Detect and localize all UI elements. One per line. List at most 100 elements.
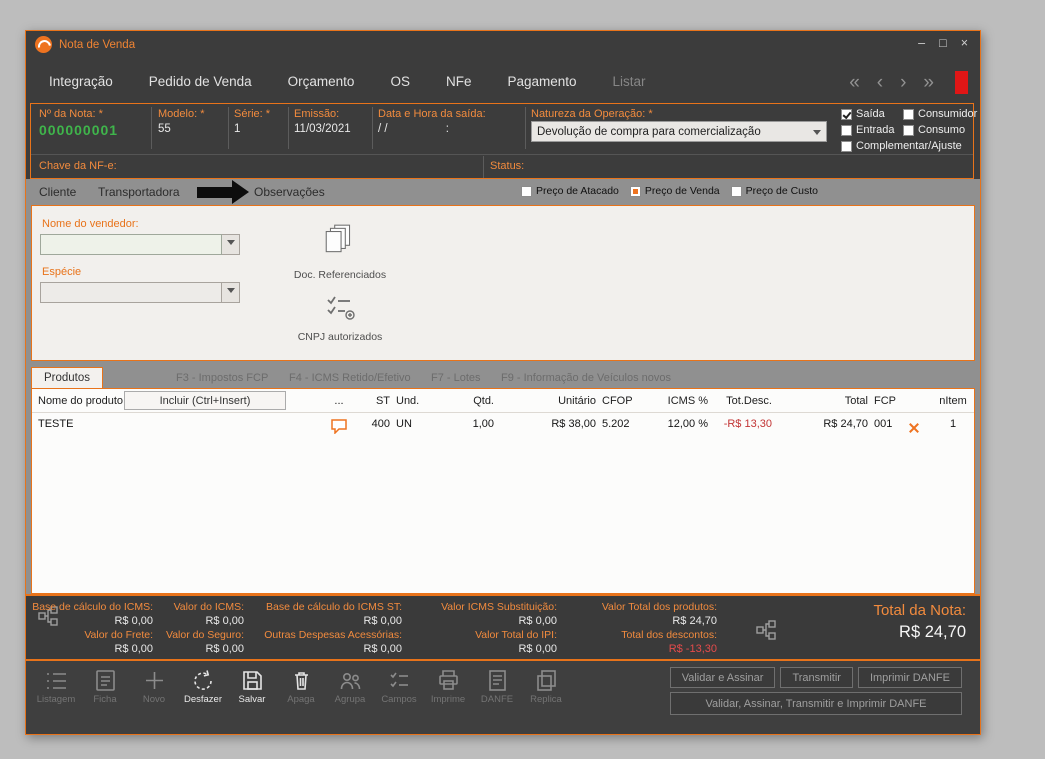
col-st: ST xyxy=(375,395,390,407)
save-icon xyxy=(242,671,262,690)
nav-integracao[interactable]: Integração xyxy=(49,74,113,89)
doc-referenciados-button[interactable]: Doc. Referenciados xyxy=(280,224,400,281)
tab-cliente[interactable]: Cliente xyxy=(39,185,76,199)
col-dots: ... xyxy=(334,395,344,407)
minimize-button[interactable]: – xyxy=(918,36,925,50)
app-logo-icon xyxy=(35,36,52,53)
list-icon xyxy=(46,673,66,689)
total-nota-label: Total da Nota: xyxy=(873,602,966,619)
content-area: Cliente Transportadora Observações Preço… xyxy=(26,179,980,594)
desktop-background: Nota de Venda – □ × Integração Pedido de… xyxy=(0,0,1045,759)
checkbox-entrada-box[interactable] xyxy=(841,124,852,136)
products-table: Nome do produto Incluir (Ctrl+Insert) ..… xyxy=(31,388,975,594)
toolbar-campos[interactable]: Campos xyxy=(379,668,419,705)
checkbox-entrada[interactable]: Entrada xyxy=(841,124,895,136)
total-nota-value: R$ 24,70 xyxy=(899,623,966,641)
preco-custo-radio[interactable] xyxy=(730,185,742,197)
especie-dropdown-icon[interactable] xyxy=(222,282,240,303)
option-preco-atacado[interactable]: Preço de Atacado xyxy=(521,185,619,197)
tab-f9-veiculos-novos[interactable]: F9 - Informação de Veículos novos xyxy=(501,372,671,384)
toolbar-ficha[interactable]: Ficha xyxy=(85,668,125,705)
vendedor-input[interactable] xyxy=(40,234,222,255)
nav-nfe[interactable]: NFe xyxy=(446,74,472,89)
vendedor-label: Nome do vendedor: xyxy=(42,218,139,230)
bottom-toolbar: Listagem Ficha Novo Desfazer Salvar Apag… xyxy=(26,661,980,734)
toolbar-imprime[interactable]: Imprime xyxy=(428,668,468,705)
option-preco-venda[interactable]: Preço de Venda xyxy=(629,185,720,197)
data-saida-date[interactable]: / / xyxy=(378,123,388,135)
natureza-operacao-label: Natureza da Operação: * xyxy=(531,108,653,120)
nav-listar[interactable]: Listar xyxy=(613,74,646,89)
last-record-icon[interactable]: » xyxy=(923,72,934,94)
toolbar-agrupa[interactable]: Agrupa xyxy=(330,668,370,705)
field-modelo: Modelo: * 55 xyxy=(158,108,204,135)
natureza-operacao-select[interactable]: Devolução de compra para comercialização xyxy=(531,121,827,142)
comment-bubble-icon[interactable] xyxy=(330,418,348,434)
col-fcp: FCP xyxy=(874,395,896,407)
checkbox-complementar-ajuste[interactable]: Complementar/Ajuste xyxy=(841,140,962,152)
totals-col-4: Valor ICMS Substituição: R$ 0,00 Valor T… xyxy=(441,601,557,655)
checkbox-consumidor-box[interactable] xyxy=(903,108,914,120)
especie-select[interactable] xyxy=(40,282,240,303)
incluir-button[interactable]: Incluir (Ctrl+Insert) xyxy=(124,391,286,410)
checkbox-consumo[interactable]: Consumo xyxy=(903,124,965,136)
tab-f7-lotes[interactable]: F7 - Lotes xyxy=(431,372,481,384)
total-da-nota: Total da Nota: R$ 24,70 xyxy=(873,602,966,642)
tab-produtos[interactable]: Produtos xyxy=(31,367,104,388)
nav-orcamento[interactable]: Orçamento xyxy=(288,74,355,89)
nav-pagamento[interactable]: Pagamento xyxy=(507,74,576,89)
tab-observacoes[interactable]: Observações xyxy=(254,185,325,199)
toolbar-apaga[interactable]: Apaga xyxy=(281,668,321,705)
numero-nota-value: 000000001 xyxy=(39,122,119,138)
toolbar-replica[interactable]: Replica xyxy=(526,668,566,705)
close-button[interactable]: × xyxy=(961,36,968,50)
field-numero-nota: Nº da Nota: * 000000001 xyxy=(39,108,118,138)
modelo-value: 55 xyxy=(158,123,171,135)
transmitir-button[interactable]: Transmitir xyxy=(780,667,853,688)
toolbar-novo[interactable]: Novo xyxy=(134,668,174,705)
especie-input[interactable] xyxy=(40,282,222,303)
nota-de-venda-window: Nota de Venda – □ × Integração Pedido de… xyxy=(25,30,981,735)
imprimir-danfe-button[interactable]: Imprimir DANFE xyxy=(857,667,962,688)
numero-nota-label: Nº da Nota: * xyxy=(39,108,103,120)
data-saida-time[interactable]: : xyxy=(446,123,449,135)
preco-venda-radio[interactable] xyxy=(629,185,641,197)
tab-f3-impostos-fcp[interactable]: F3 - Impostos FCP xyxy=(176,372,268,384)
natureza-operacao-value: Devolução de compra para comercialização xyxy=(537,125,761,138)
checkbox-saida[interactable]: Saída xyxy=(841,108,885,120)
cell-totdesc: -R$ 13,30 xyxy=(723,418,772,430)
hierarchy-icon-right[interactable] xyxy=(756,620,776,640)
previous-record-icon[interactable]: ‹ xyxy=(877,72,883,94)
checkbox-consumidor[interactable]: Consumidor xyxy=(903,108,977,120)
validar-assinar-transmitir-imprimir-button[interactable]: Validar, Assinar, Transmitir e Imprimir … xyxy=(670,692,962,715)
checkbox-complementar-box[interactable] xyxy=(841,140,852,152)
nav-os[interactable]: OS xyxy=(390,74,410,89)
maximize-button[interactable]: □ xyxy=(939,36,947,50)
preco-atacado-radio[interactable] xyxy=(521,185,532,197)
tab-transportadora[interactable]: Transportadora xyxy=(98,185,180,199)
delete-row-icon[interactable] xyxy=(908,422,919,433)
totals-col-3: Base de cálculo do ICMS ST: R$ 0,00 Outr… xyxy=(264,601,402,655)
checkbox-consumo-box[interactable] xyxy=(903,124,914,136)
first-record-icon[interactable]: « xyxy=(849,72,860,94)
nav-pedido-de-venda[interactable]: Pedido de Venda xyxy=(149,74,252,89)
table-row: TESTE 400 UN 1,00 R$ 38,00 5.202 12,00 %… xyxy=(32,415,974,435)
toolbar-danfe[interactable]: DANFE xyxy=(477,668,517,705)
vendedor-dropdown-icon[interactable] xyxy=(222,234,240,255)
toolbar-desfazer[interactable]: Desfazer xyxy=(183,668,223,705)
toolbar-listagem[interactable]: Listagem xyxy=(36,668,76,705)
next-record-icon[interactable]: › xyxy=(900,72,906,94)
vendedor-select[interactable] xyxy=(40,234,240,255)
col-nitem: nItem xyxy=(939,395,967,407)
toolbar-salvar[interactable]: Salvar xyxy=(232,668,272,705)
titlebar: Nota de Venda – □ × xyxy=(26,31,980,59)
cell-unitario: R$ 38,00 xyxy=(551,418,596,430)
tab-f4-icms-retido[interactable]: F4 - ICMS Retido/Efetivo xyxy=(289,372,411,384)
checkbox-saida-box[interactable] xyxy=(841,108,852,120)
option-preco-custo[interactable]: Preço de Custo xyxy=(730,185,818,197)
cnpj-autorizados-button[interactable]: CNPJ autorizados xyxy=(280,294,400,343)
col-nome-produto: Nome do produto xyxy=(38,395,123,407)
undo-icon xyxy=(193,670,212,690)
validar-assinar-button[interactable]: Validar e Assinar xyxy=(669,667,776,688)
cell-cfop: 5.202 xyxy=(602,418,630,430)
